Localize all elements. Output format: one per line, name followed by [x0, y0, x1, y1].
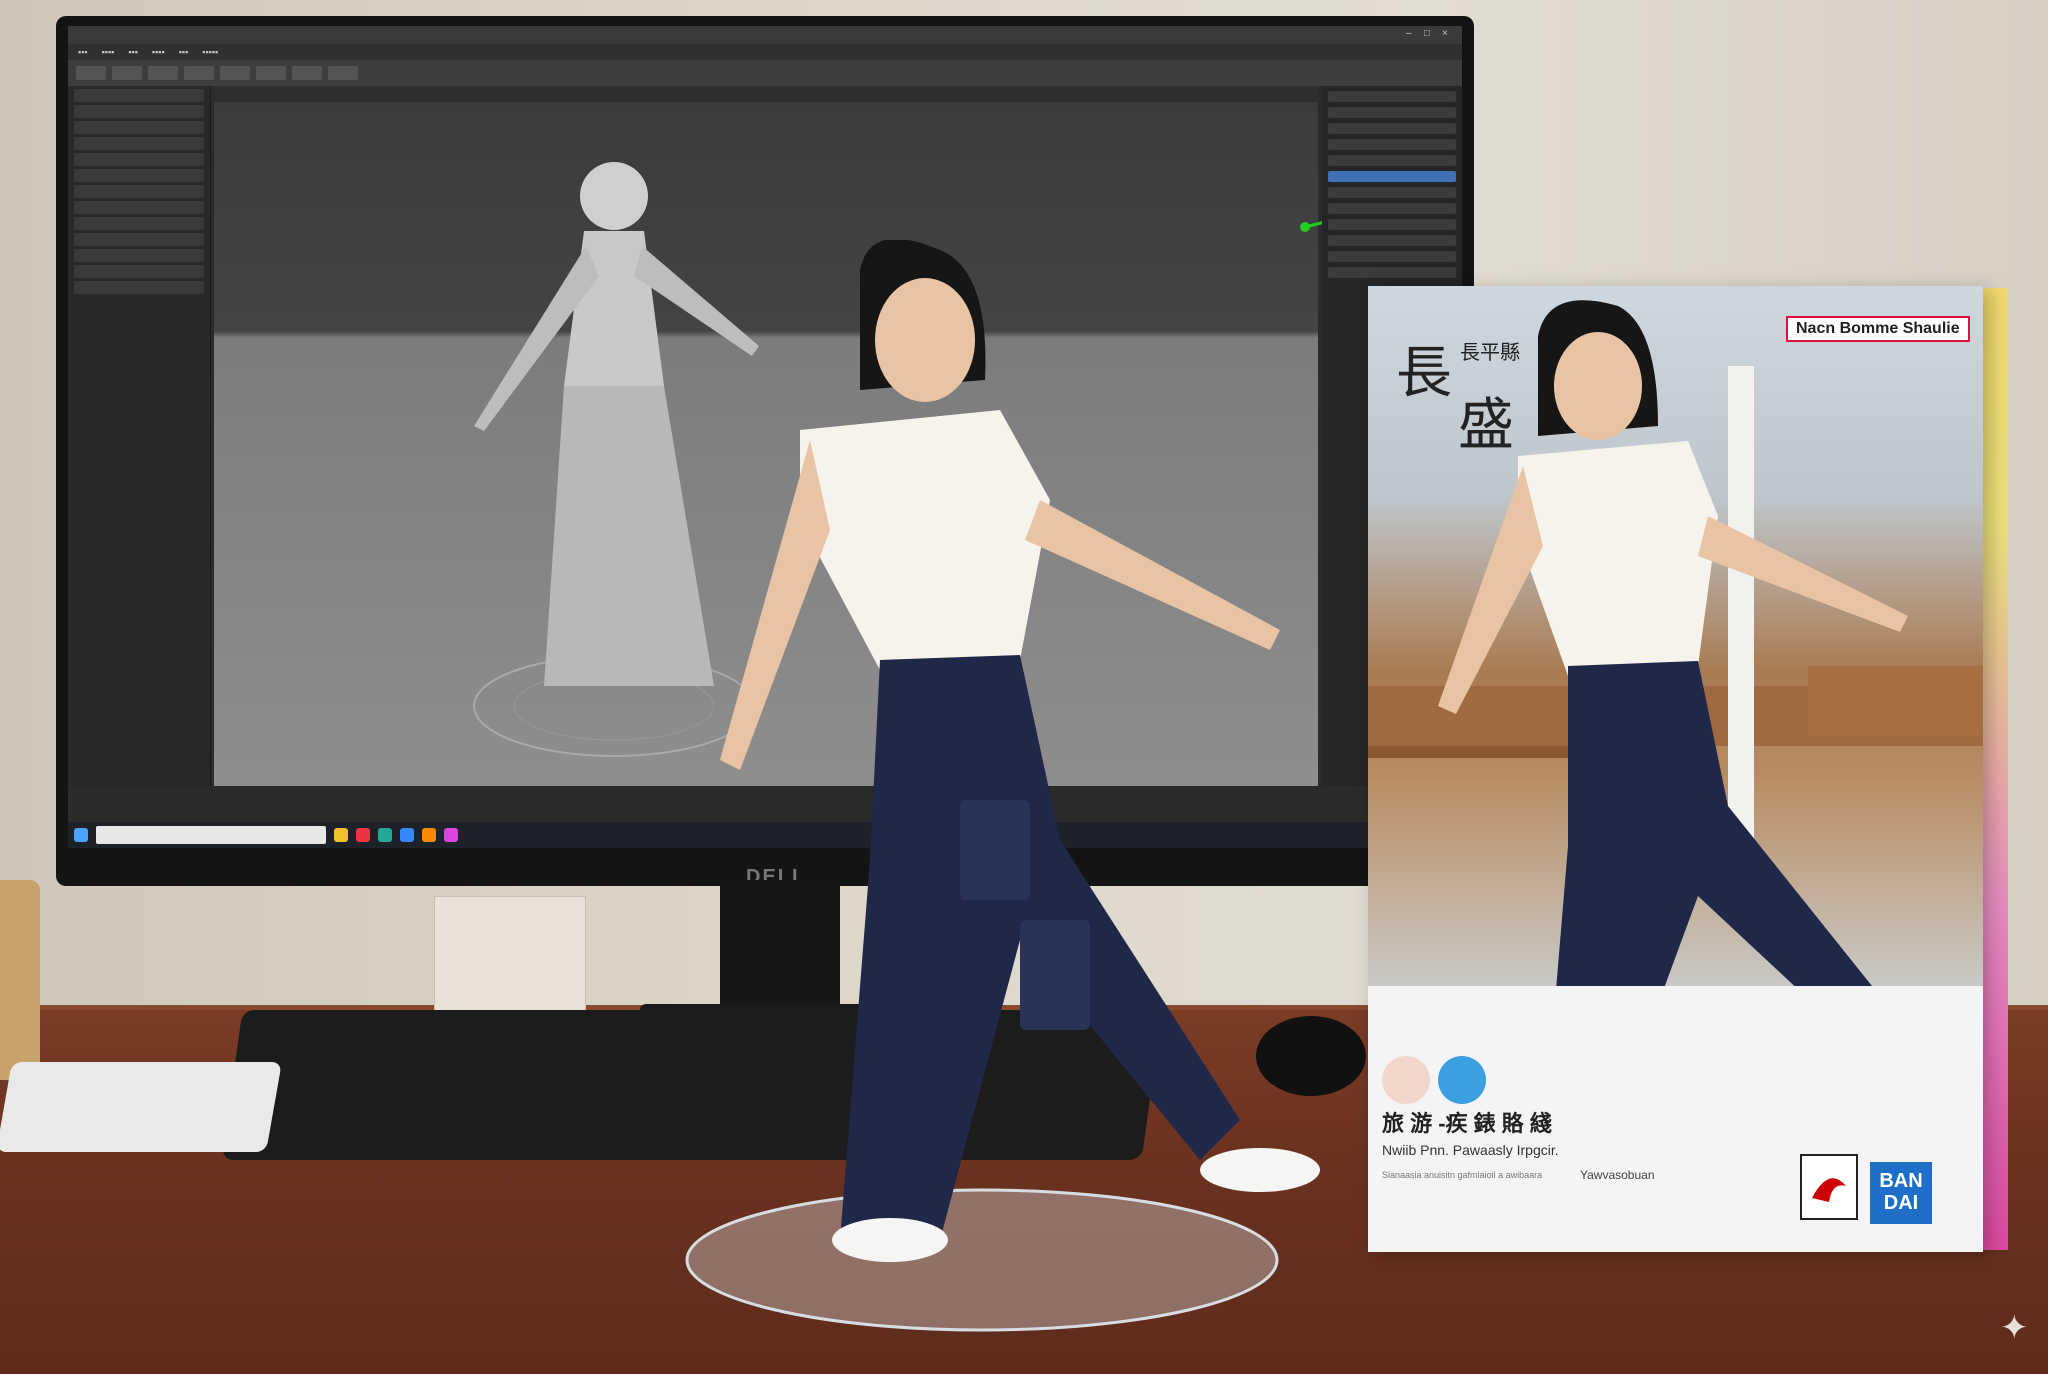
box-subtitle: Nwiib Pnn. Pawaasly Irpgcir.: [1382, 1142, 1559, 1158]
outliner-row[interactable]: [74, 249, 204, 262]
box-logo-circle-blue: [1438, 1056, 1486, 1104]
bandai-logo-icon: BAN DAI: [1870, 1162, 1932, 1224]
figure-shoe-right: [1200, 1148, 1320, 1192]
app-menubar: ▪▪▪ ▪▪▪▪ ▪▪▪ ▪▪▪▪ ▪▪▪ ▪▪▪▪▪: [68, 44, 1462, 60]
cargo-pocket: [960, 800, 1030, 900]
toolbar-button[interactable]: [76, 66, 106, 80]
toolbar-button[interactable]: [256, 66, 286, 80]
toolbar-button[interactable]: [112, 66, 142, 80]
app-titlebar: – □ ×: [68, 26, 1462, 44]
outliner-row[interactable]: [74, 201, 204, 214]
toolbar-button[interactable]: [220, 66, 250, 80]
menu-item[interactable]: ▪▪▪: [179, 44, 189, 60]
outliner-row[interactable]: [74, 105, 204, 118]
app-toolbar: [68, 60, 1462, 86]
box-small-print: Sianaasia anuisitn gafmlaioil a awibaara: [1382, 1170, 1543, 1180]
property-row[interactable]: [1328, 91, 1456, 102]
box-photo: Nacn Bomme Shaulie 長 盛 長平縣: [1368, 286, 1983, 986]
property-row[interactable]: [1328, 107, 1456, 118]
figure-right-arm: [1025, 500, 1280, 650]
menu-item[interactable]: ▪▪▪▪▪: [202, 44, 218, 60]
toolbar-button[interactable]: [148, 66, 178, 80]
toolbar-button[interactable]: [292, 66, 322, 80]
app-icon[interactable]: [444, 828, 458, 842]
folder-icon[interactable]: [334, 828, 348, 842]
figure-shirt: [800, 410, 1050, 670]
property-row-selected[interactable]: [1328, 171, 1456, 182]
coffee-cup: [0, 880, 40, 1080]
property-row[interactable]: [1328, 203, 1456, 214]
browser-icon[interactable]: [356, 828, 370, 842]
outliner-row[interactable]: [74, 121, 204, 134]
toolbar-button[interactable]: [328, 66, 358, 80]
cargo-pocket: [1020, 920, 1090, 1030]
outliner-row[interactable]: [74, 169, 204, 182]
box-title: 旅 游 -疾 錶 賂 綫: [1382, 1111, 1552, 1136]
property-row[interactable]: [1328, 219, 1456, 230]
outliner-row[interactable]: [74, 217, 204, 230]
box-subtitle-right: Yawvasobuan: [1580, 1168, 1655, 1182]
app-icon[interactable]: [422, 828, 436, 842]
box-kanji-small: 長平縣: [1460, 340, 1520, 364]
outliner-row[interactable]: [74, 265, 204, 278]
bird-logo-icon: [1800, 1154, 1858, 1220]
maximize-icon[interactable]: □: [1424, 28, 1436, 40]
outliner-row[interactable]: [74, 89, 204, 102]
paper-note: [434, 896, 586, 1018]
sparkle-icon: ✦: [2000, 1309, 2029, 1347]
figure-left-arm: [720, 440, 830, 770]
outliner-row[interactable]: [74, 153, 204, 166]
property-row[interactable]: [1328, 155, 1456, 166]
box-logo-circle-red: [1382, 1056, 1430, 1104]
property-row[interactable]: [1328, 139, 1456, 150]
box-kanji-2: 盛: [1458, 393, 1514, 458]
outliner-panel: [68, 86, 211, 786]
product-box: Nacn Bomme Shaulie 長 盛 長平縣 旅 游 -疾 錶 賂 綫 …: [1368, 286, 1983, 1252]
numpad: [0, 1062, 282, 1152]
app-icon[interactable]: [400, 828, 414, 842]
toolbar-button[interactable]: [184, 66, 214, 80]
property-row[interactable]: [1328, 123, 1456, 134]
menu-item[interactable]: ▪▪▪: [78, 44, 88, 60]
figure-face: [875, 278, 975, 402]
windows-start-icon[interactable]: [74, 828, 88, 842]
close-icon[interactable]: ×: [1442, 28, 1454, 40]
outliner-row[interactable]: [74, 137, 204, 150]
figurine: [640, 238, 1360, 1360]
menu-item[interactable]: ▪▪▪▪: [152, 44, 165, 60]
figure-shoe-left: [832, 1218, 948, 1262]
minimize-icon[interactable]: –: [1406, 28, 1418, 40]
taskbar-search-input[interactable]: [96, 826, 326, 844]
outliner-row[interactable]: [74, 281, 204, 294]
sculpt-head: [580, 162, 648, 230]
app-icon[interactable]: [378, 828, 392, 842]
box-name-label: Nacn Bomme Shaulie: [1786, 316, 1970, 342]
outliner-row[interactable]: [74, 233, 204, 246]
acrylic-base: [685, 1188, 1279, 1332]
menu-item[interactable]: ▪▪▪: [128, 44, 138, 60]
property-row[interactable]: [1328, 187, 1456, 198]
menu-item[interactable]: ▪▪▪▪: [102, 44, 115, 60]
outliner-row[interactable]: [74, 185, 204, 198]
box-kanji-1: 長: [1396, 341, 1452, 406]
